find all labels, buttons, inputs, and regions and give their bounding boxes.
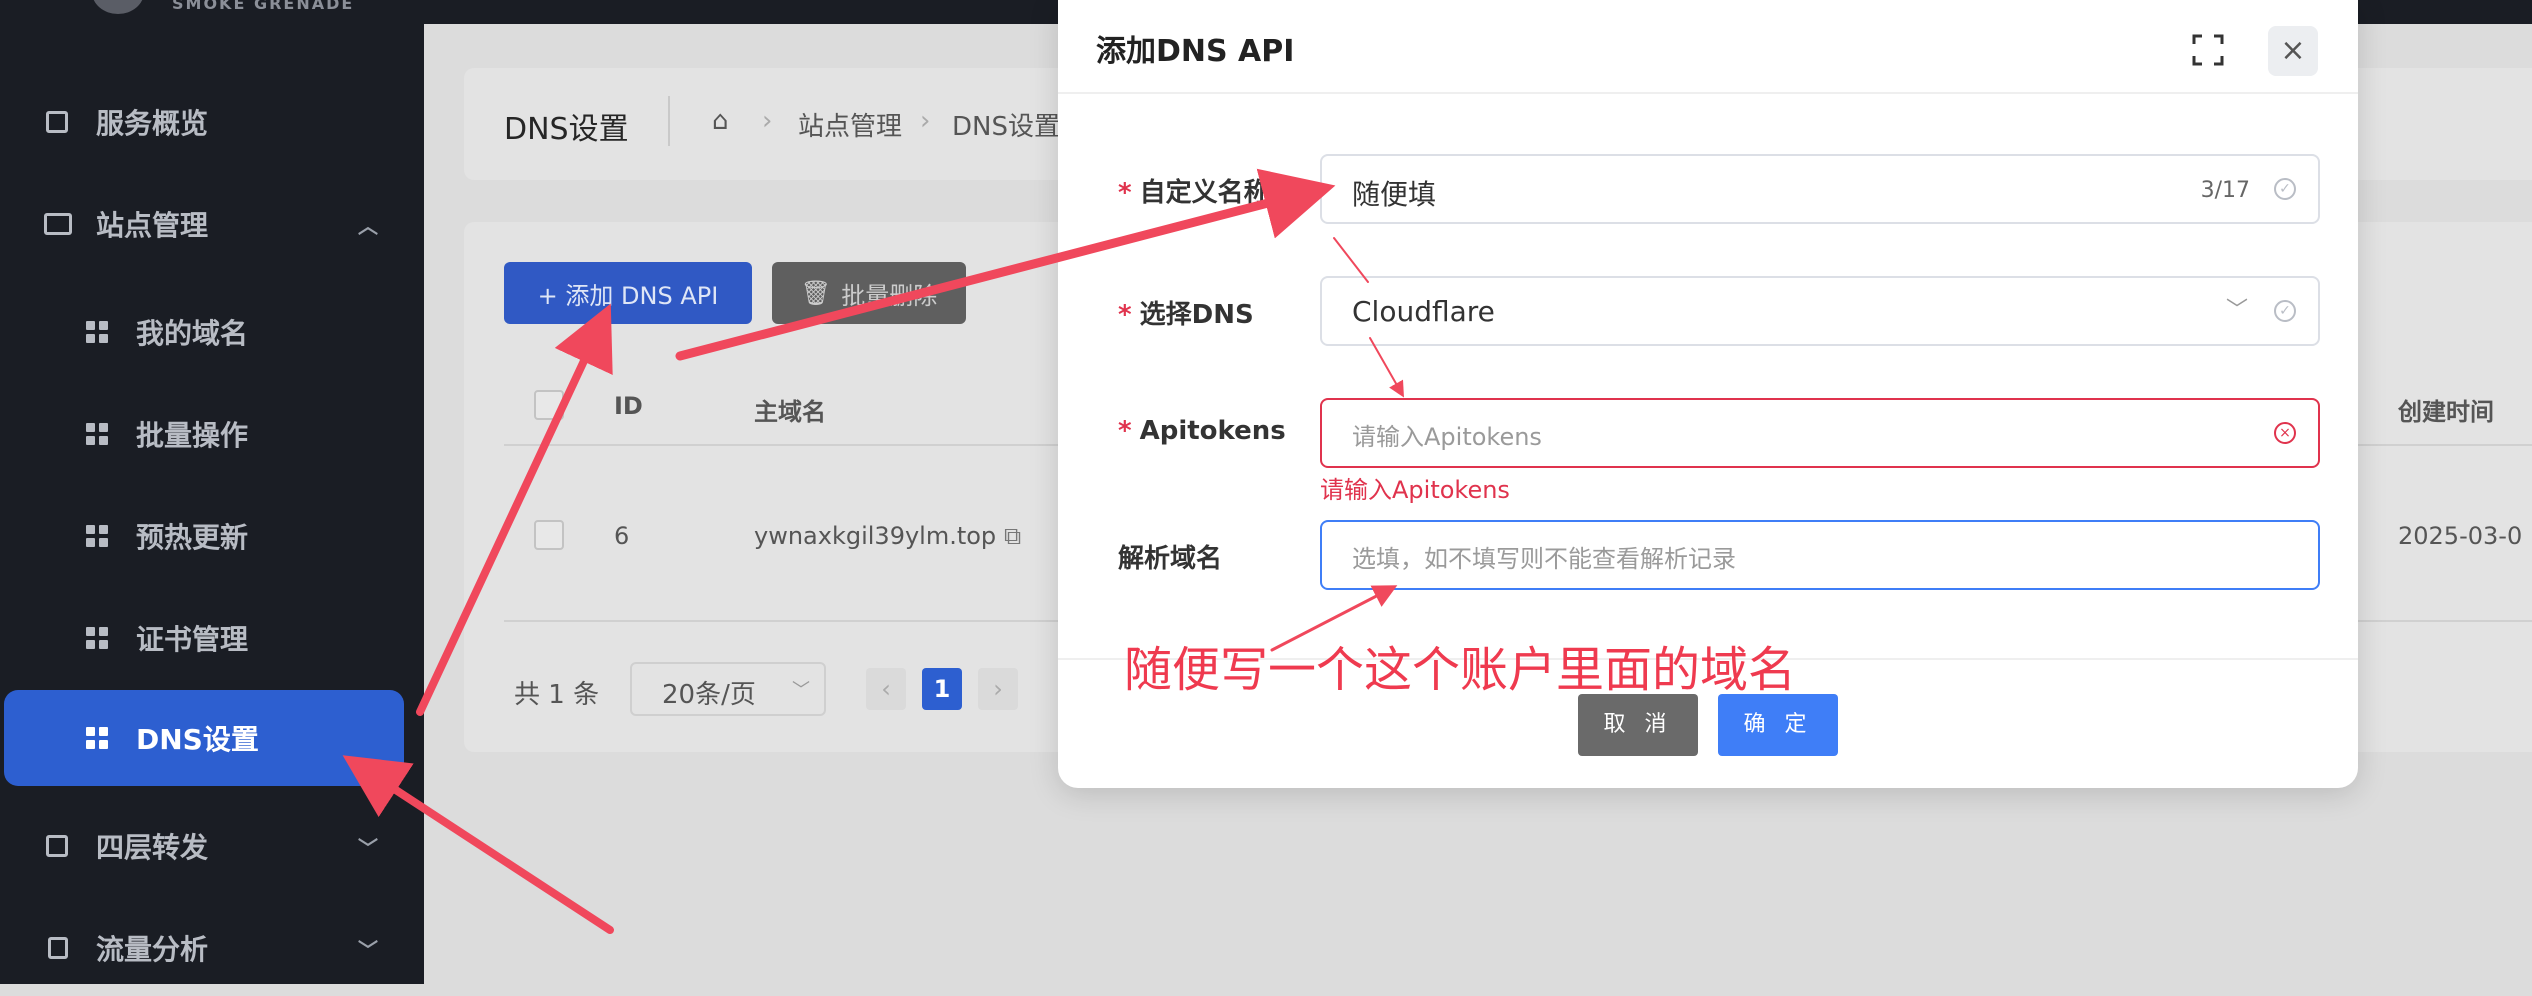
arrow-line <box>416 303 613 716</box>
annotation-arrows <box>342 168 1404 934</box>
arrow-line <box>1270 585 1398 652</box>
arrow-line <box>1369 337 1404 398</box>
arrow-line <box>1333 237 1369 283</box>
arrow-line <box>675 168 1336 361</box>
arrow-line <box>342 755 614 934</box>
